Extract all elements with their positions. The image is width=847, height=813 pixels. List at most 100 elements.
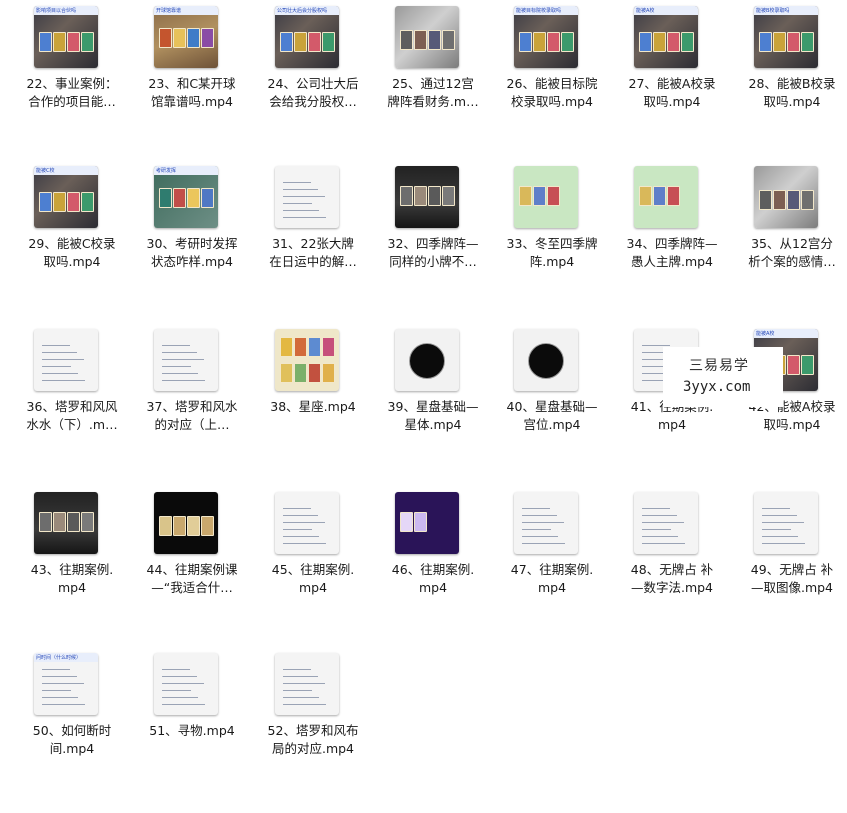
document-line — [642, 536, 678, 537]
tarot-card — [414, 186, 427, 206]
file-thumbnail: 影响项目以合伙吗 — [34, 6, 98, 68]
tarot-card — [787, 32, 800, 52]
file-name-line2: mp4 — [537, 580, 567, 595]
file-item[interactable]: 47、往期案例. mp4 — [492, 492, 612, 652]
tarot-card — [653, 32, 666, 52]
document-line — [162, 345, 190, 346]
document-line — [162, 366, 191, 367]
file-item[interactable]: 48、无牌占 补 —数字法.mp4 — [612, 492, 732, 652]
file-name-line1: 32、四季牌阵— — [387, 236, 479, 251]
file-name-line1: 30、考研时发挥 — [146, 236, 238, 251]
file-item[interactable]: 45、往期案例. mp4 — [253, 492, 373, 652]
file-name-line1: 35、从12宫分 — [751, 236, 833, 251]
file-thumbnail — [275, 492, 339, 554]
document-line — [762, 543, 805, 544]
file-name-line2: 校录取吗.mp4 — [510, 94, 594, 109]
file-name-line2: mp4 — [657, 417, 687, 432]
tarot-card — [308, 337, 321, 357]
thumbnail-banner: 能被目标院校录取吗 — [514, 6, 578, 15]
tarot-card — [801, 32, 814, 52]
document-line — [283, 210, 319, 211]
file-item[interactable]: 40、星盘基础— 宫位.mp4 — [492, 329, 612, 489]
file-name: 33、冬至四季牌 阵.mp4 — [492, 235, 612, 271]
tarot-card — [681, 32, 694, 52]
file-item[interactable]: 46、往期案例. mp4 — [373, 492, 493, 652]
file-item[interactable]: 能被A校 27、能被A校录 取吗.mp4 — [612, 6, 732, 166]
file-thumbnail — [514, 166, 578, 228]
thumbnail-banner-text: 能被B校录取吗 — [756, 8, 790, 14]
tarot-card — [81, 192, 94, 212]
tarot-card — [294, 363, 307, 383]
file-item[interactable]: 44、往期案例课 —“我适合什… — [132, 492, 252, 652]
file-item[interactable]: 考研发挥 30、考研时发挥 状态咋样.mp4 — [132, 166, 252, 326]
tarot-card — [428, 30, 441, 50]
file-item[interactable]: 35、从12宫分 析个案的感情… — [732, 166, 847, 326]
file-item[interactable]: 51、寻物.mp4 — [132, 653, 252, 813]
tarot-card — [187, 516, 200, 536]
document-line — [642, 345, 670, 346]
document-line — [162, 704, 205, 705]
file-name: 46、往期案例. mp4 — [373, 561, 493, 597]
file-name-line2: mp4 — [418, 580, 448, 595]
file-item[interactable]: 影响项目以合伙吗 22、事业案例： 合作的项目能… — [12, 6, 132, 166]
file-name-line1: 26、能被目标院 — [506, 76, 598, 91]
file-item[interactable]: 33、冬至四季牌 阵.mp4 — [492, 166, 612, 326]
tarot-card — [759, 32, 772, 52]
file-name: 44、往期案例课 —“我适合什… — [132, 561, 252, 597]
document-line — [283, 196, 325, 197]
file-item[interactable]: 39、星盘基础— 星体.mp4 — [373, 329, 493, 489]
document-line — [283, 669, 311, 670]
document-line — [283, 203, 312, 204]
tarot-card — [787, 190, 800, 210]
file-item[interactable]: 能被C校 29、能被C校录 取吗.mp4 — [12, 166, 132, 326]
file-item[interactable]: 公司壮大后会分股权吗 24、公司壮大后 会给我分股权… — [253, 6, 373, 166]
file-item[interactable]: 36、塔罗和风风 水水（下）.m… — [12, 329, 132, 489]
file-item[interactable]: 问时间（什么时候） 50、如何断时 间.mp4 — [12, 653, 132, 813]
tarot-card — [39, 512, 52, 532]
document-line — [42, 683, 84, 684]
tarot-card — [159, 188, 172, 208]
file-item[interactable]: 38、星座.mp4 — [253, 329, 373, 489]
document-line — [283, 690, 312, 691]
tarot-card — [280, 32, 293, 52]
file-item[interactable]: 能被目标院校录取吗 26、能被目标院 校录取吗.mp4 — [492, 6, 612, 166]
document-line — [162, 697, 198, 698]
file-item[interactable]: 开球馆靠谱 23、和C某开球 馆靠谱吗.mp4 — [132, 6, 252, 166]
file-item[interactable]: 能被B校录取吗 28、能被B校录 取吗.mp4 — [732, 6, 847, 166]
file-item[interactable]: 49、无牌占 补 —取图像.mp4 — [732, 492, 847, 652]
file-item[interactable]: 37、塔罗和风水 的对应（上… — [132, 329, 252, 489]
document-line — [162, 683, 204, 684]
document-line — [42, 704, 85, 705]
file-name: 37、塔罗和风水 的对应（上… — [132, 398, 252, 434]
file-item[interactable]: 52、塔罗和风布 局的对应.mp4 — [253, 653, 373, 813]
tarot-card — [414, 30, 427, 50]
thumbnail-banner: 能被C校 — [34, 166, 98, 175]
file-name: 25、通过12宫 牌阵看财务.m… — [373, 75, 493, 111]
file-name-line2: 阵.mp4 — [529, 254, 575, 269]
thumbnail-banner-text: 开球馆靠谱 — [156, 8, 182, 14]
file-name-line2: 取吗.mp4 — [763, 417, 821, 432]
document-line — [42, 366, 71, 367]
file-thumbnail — [395, 329, 459, 391]
file-item[interactable]: 43、往期案例. mp4 — [12, 492, 132, 652]
file-name: 43、往期案例. mp4 — [12, 561, 132, 597]
file-name-line2: 宫位.mp4 — [523, 417, 581, 432]
document-line — [162, 373, 198, 374]
tarot-card — [400, 186, 413, 206]
document-line — [283, 515, 318, 516]
file-name: 39、星盘基础— 星体.mp4 — [373, 398, 493, 434]
file-item[interactable]: 32、四季牌阵— 同样的小牌不… — [373, 166, 493, 326]
file-name: 28、能被B校录 取吗.mp4 — [732, 75, 847, 111]
file-item[interactable]: 34、四季牌阵— 愚人主牌.mp4 — [612, 166, 732, 326]
file-name-line1: 46、往期案例. — [391, 562, 475, 577]
file-name-line2: —数字法.mp4 — [630, 580, 714, 595]
tarot-card — [280, 363, 293, 383]
file-item[interactable]: 25、通过12宫 牌阵看财务.m… — [373, 6, 493, 166]
document-line — [283, 543, 326, 544]
file-name-line2: 馆靠谱吗.mp4 — [150, 94, 234, 109]
file-name-line2: mp4 — [298, 580, 328, 595]
file-name-line1: 47、往期案例. — [510, 562, 594, 577]
document-line — [42, 373, 78, 374]
file-item[interactable]: 31、22张大牌 在日运中的解… — [253, 166, 373, 326]
document-line — [642, 515, 677, 516]
